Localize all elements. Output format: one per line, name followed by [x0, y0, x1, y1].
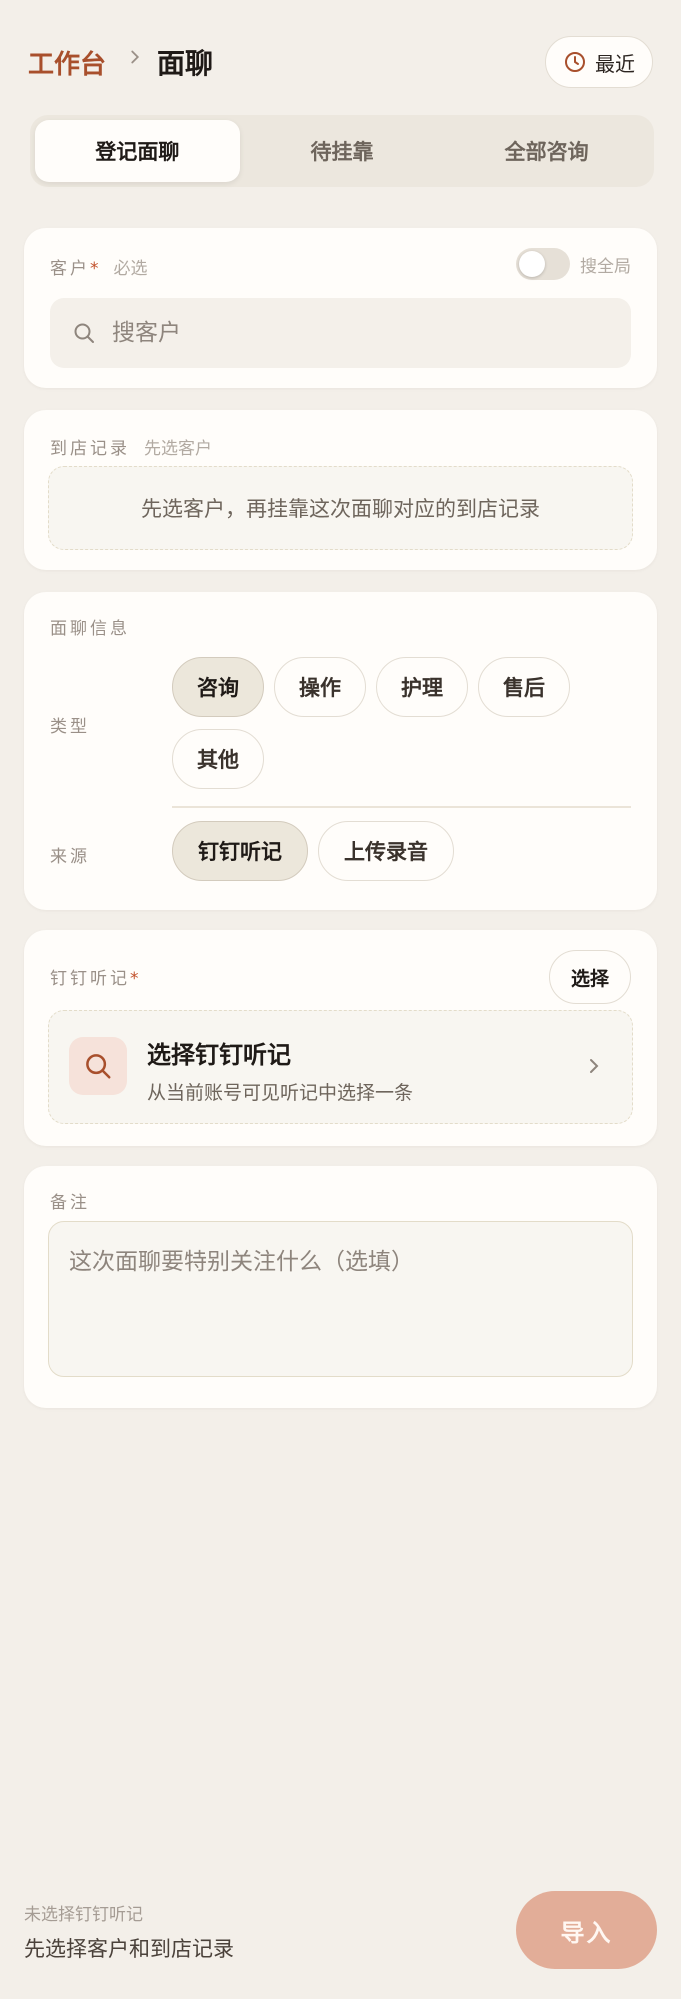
visit-record-hint: 先选客户: [144, 439, 212, 459]
dingtalk-label: 钉钉听记*: [50, 969, 142, 989]
customer-hint: 必选: [113, 259, 148, 279]
tab-register-consult[interactable]: 登记面聊: [35, 120, 240, 182]
dingtalk-picker-title: 选择钉钉听记: [147, 1041, 291, 1069]
search-icon: [74, 323, 94, 343]
dingtalk-picker-text: 选择钉钉听记 从当前账号可见听记中选择一条: [147, 1035, 413, 1105]
type-chip-other[interactable]: 其他: [172, 729, 264, 789]
customer-card: 客户* 必选 搜全局: [24, 228, 657, 388]
customer-search-input[interactable]: [112, 320, 592, 346]
dingtalk-picker[interactable]: 选择钉钉听记 从当前账号可见听记中选择一条: [48, 1010, 633, 1124]
type-chip-aftersales[interactable]: 售后: [478, 657, 570, 717]
customer-search-box: [50, 298, 631, 368]
header: 工作台 面聊 最近: [28, 36, 653, 88]
footer-status-sub: 未选择钉钉听记: [24, 1905, 143, 1925]
tab-bar: 登记面聊 待挂靠 全部咨询: [30, 115, 654, 187]
dingtalk-picker-subtitle: 从当前账号可见听记中选择一条: [147, 1082, 414, 1104]
type-chip-consult[interactable]: 咨询: [172, 657, 264, 717]
tab-all-consults[interactable]: 全部咨询: [444, 120, 649, 182]
type-chip-care[interactable]: 护理: [376, 657, 468, 717]
visit-record-label: 到店记录: [50, 439, 130, 459]
source-chip-upload-audio[interactable]: 上传录音: [318, 821, 454, 881]
customer-label: 客户*: [50, 259, 102, 279]
global-search-toggle-label: 搜全局: [580, 256, 631, 277]
footer-status-main: 先选择客户和到店记录: [24, 1937, 234, 1961]
notes-card: 备注: [24, 1166, 657, 1408]
visit-record-empty-text: 先选客户，再挂靠这次面聊对应的到店记录: [141, 497, 540, 521]
footer-status: 未选择钉钉听记 先选择客户和到店记录: [24, 1900, 234, 1963]
recent-button-label: 最近: [595, 51, 635, 76]
chevron-right-icon: [131, 50, 140, 64]
consult-info-label: 面聊信息: [50, 619, 130, 639]
dingtalk-card: 钉钉听记* 选择 选择钉钉听记 从当前账号可见听记中选择一条: [24, 930, 657, 1146]
source-chip-dingtalk[interactable]: 钉钉听记: [172, 821, 308, 881]
breadcrumb-root-link[interactable]: 工作台: [28, 44, 106, 81]
global-search-toggle[interactable]: [516, 248, 570, 280]
clock-icon: [565, 52, 585, 72]
import-button[interactable]: 导入: [516, 1891, 657, 1969]
page-title: 面聊: [157, 47, 214, 80]
chevron-right-icon: [590, 1059, 599, 1073]
consult-info-card: 面聊信息 类型 咨询 操作 护理 售后 其他 来源 钉钉听记 上传录音: [24, 592, 657, 910]
notes-label: 备注: [50, 1193, 90, 1213]
tab-pending-link[interactable]: 待挂靠: [240, 120, 445, 182]
search-icon: [86, 1054, 111, 1079]
type-chip-operation[interactable]: 操作: [274, 657, 366, 717]
dingtalk-select-button[interactable]: 选择: [549, 950, 631, 1004]
recent-button[interactable]: 最近: [545, 36, 653, 88]
notes-textarea[interactable]: [48, 1221, 633, 1377]
visit-record-empty-box: 先选客户，再挂靠这次面聊对应的到店记录: [48, 466, 633, 550]
visit-record-card: 到店记录 先选客户 先选客户，再挂靠这次面聊对应的到店记录: [24, 410, 657, 570]
divider: [172, 806, 631, 808]
dingtalk-picker-icon-tile: [69, 1037, 127, 1095]
type-label: 类型: [50, 717, 90, 737]
global-search-toggle-wrap: 搜全局: [516, 248, 631, 280]
source-label: 来源: [50, 847, 90, 867]
